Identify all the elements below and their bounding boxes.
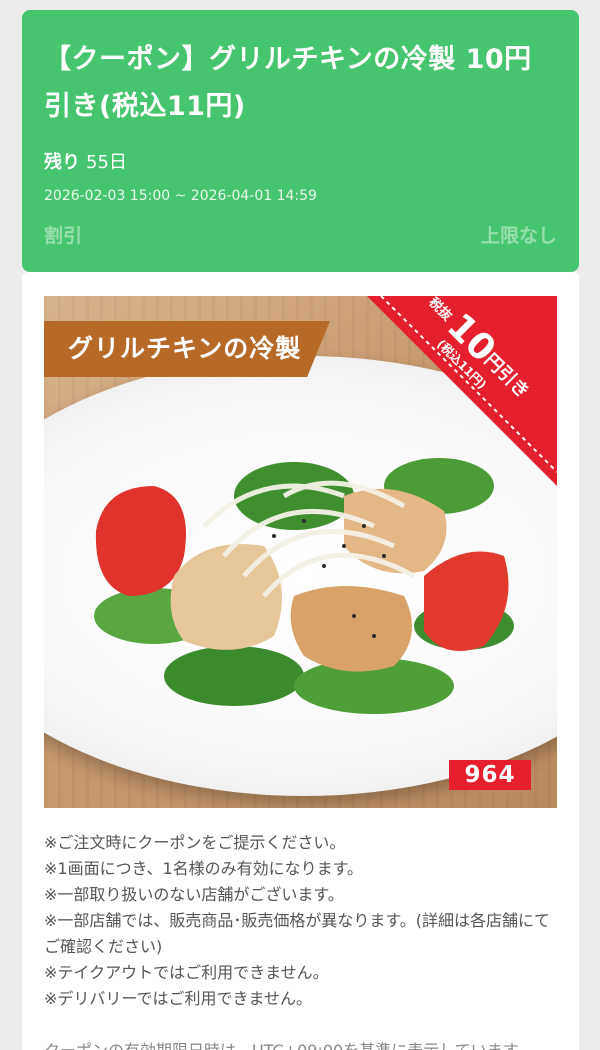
coupon-body: グリルチキンの冷製 税抜10円引き (税込11円) 964 ※ご注文時にクーポン…	[22, 272, 579, 1050]
remaining-label: 残り	[44, 152, 80, 173]
validity-period: 2026-02-03 15:00 ~ 2026-04-01 14:59	[44, 188, 317, 204]
product-code-badge: 964	[449, 760, 531, 790]
coupon-footer: 割引 上限なし	[44, 221, 557, 248]
product-name-banner: グリルチキンの冷製	[44, 321, 330, 377]
note-item: ※テイクアウトではご利用できません。	[44, 963, 329, 982]
coupon-notes: ※ご注文時にクーポンをご提示ください。 ※1画面につき、1名様のみ有効になります…	[44, 830, 564, 1050]
note-item: ※1画面につき、1名様のみ有効になります。	[44, 859, 364, 878]
note-item: ※一部取り扱いのない店舗がございます。	[44, 885, 344, 904]
note-item: ※一部店舗では、販売商品･販売価格が異なります。(詳細は各店舗にてご確認ください…	[44, 911, 551, 956]
note-item: ※デリバリーではご利用できません。	[44, 989, 312, 1008]
coupon-header: 【クーポン】グリルチキンの冷製 10円引き(税込11円) 残り 55日 2026-…	[22, 10, 579, 272]
product-photo: グリルチキンの冷製 税抜10円引き (税込11円) 964	[44, 296, 557, 808]
note-timezone: クーポンの有効期限日時は、UTC+09:00を基準に表示しています。	[44, 1038, 564, 1050]
remaining-days: 残り 55日	[44, 148, 557, 174]
note-item: ※ご注文時にクーポンをご提示ください。	[44, 833, 346, 852]
remaining-value: 55日	[86, 152, 127, 173]
usage-limit: 上限なし	[480, 225, 557, 247]
coupon-title: 【クーポン】グリルチキンの冷製 10円引き(税込11円)	[44, 44, 532, 122]
discount-type: 割引	[44, 225, 83, 247]
